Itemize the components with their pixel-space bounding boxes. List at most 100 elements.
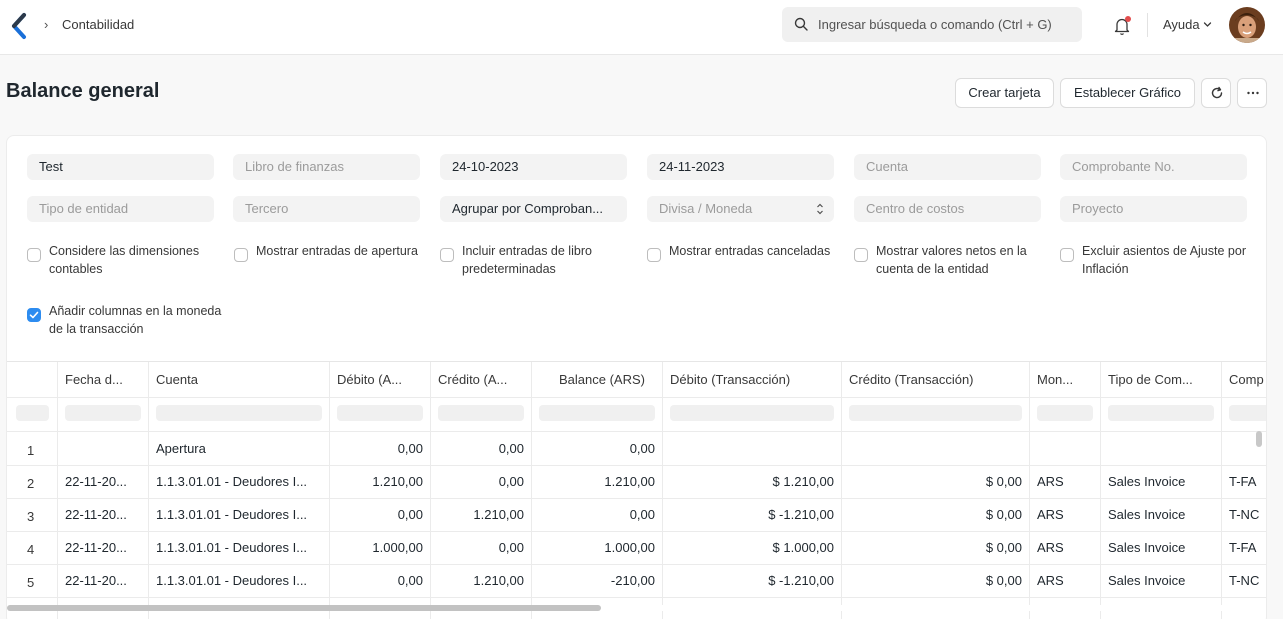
cell-credit-transaction[interactable]: $ 0,00 [849,531,1022,564]
currency-select[interactable]: Divisa / Moneda [647,196,834,222]
checkbox-box[interactable] [440,248,454,262]
cell-balance[interactable]: 0,00 [539,432,655,465]
search-bar[interactable] [782,7,1082,42]
cell-debit-transaction[interactable]: $ -1.210,00 [670,498,834,531]
cell-credit[interactable]: 0,00 [438,465,524,498]
filter-input-debit-transaction[interactable] [670,405,834,421]
help-menu[interactable]: Ayuda [1163,17,1200,32]
set-chart-button[interactable]: Establecer Gráfico [1060,78,1195,108]
filter-input-voucher[interactable] [1229,405,1266,421]
vertical-scrollbar[interactable] [1256,431,1262,447]
company-field[interactable]: Test [27,154,214,180]
cell-credit-transaction[interactable]: $ 0,00 [849,564,1022,597]
checkbox-checked-box[interactable] [27,308,41,322]
cost-center-field[interactable]: Centro de costos [854,196,1041,222]
cell-debit-transaction[interactable]: $ -1.210,00 [670,564,834,597]
search-input[interactable] [818,7,1076,42]
user-avatar[interactable] [1229,7,1265,43]
cell-voucher[interactable]: T-FA [1229,531,1266,564]
cell-voucher-type[interactable]: Sales Invoice [1108,564,1214,597]
cell-date[interactable] [65,432,145,465]
cell-account[interactable]: Apertura [156,432,324,465]
from-date-field[interactable]: 24-10-2023 [440,154,627,180]
breadcrumb-contabilidad[interactable]: Contabilidad [62,17,134,32]
checkbox-box[interactable] [647,248,661,262]
checkbox-box[interactable] [854,248,868,262]
cell-currency[interactable]: ARS [1037,531,1093,564]
cell-balance[interactable]: -210,00 [539,564,655,597]
column-header-credit-transaction[interactable]: Crédito (Transacción) [849,362,1029,397]
checkbox-box[interactable] [1060,248,1074,262]
cell-credit[interactable]: 0,00 [438,432,524,465]
cell-debit-transaction[interactable] [670,432,834,465]
column-header-currency[interactable]: Mon... [1037,362,1099,397]
cell-credit-transaction[interactable] [849,432,1022,465]
cell-currency[interactable]: ARS [1037,498,1093,531]
cell-voucher[interactable]: T-FA [1229,465,1266,498]
voucher-no-field[interactable]: Comprobante No. [1060,154,1247,180]
column-header-balance[interactable]: Balance (ARS) [539,362,659,397]
more-options-button[interactable] [1237,78,1267,108]
party-type-field[interactable]: Tipo de entidad [27,196,214,222]
cell-account[interactable]: 1.1.3.01.01 - Deudores I... [156,498,324,531]
cell-balance[interactable]: 0,00 [539,498,655,531]
cell-debit-transaction[interactable]: $ 1.000,00 [670,531,834,564]
horizontal-scrollbar[interactable] [7,605,601,611]
cell-currency[interactable] [1037,432,1093,465]
cell-credit[interactable]: 1.210,00 [438,564,524,597]
cell-debit[interactable]: 1.000,00 [337,531,423,564]
checkbox-box[interactable] [27,248,41,262]
filter-input-credit[interactable] [438,405,524,421]
cell-date[interactable]: 22-11-20... [65,564,145,597]
filter-input-account[interactable] [156,405,322,421]
cell-date[interactable]: 22-11-20... [65,498,145,531]
filter-input-date[interactable] [65,405,141,421]
column-header-credit[interactable]: Crédito (A... [438,362,528,397]
refresh-button[interactable] [1201,78,1231,108]
cell-currency[interactable]: ARS [1037,564,1093,597]
chevron-down-icon[interactable] [1203,20,1212,29]
cell-voucher-type[interactable]: Sales Invoice [1108,465,1214,498]
cell-account[interactable]: 1.1.3.01.01 - Deudores I... [156,564,324,597]
cell-currency[interactable]: ARS [1037,465,1093,498]
cell-debit-transaction[interactable]: $ 1.210,00 [670,465,834,498]
cell-voucher[interactable]: T-NC [1229,498,1266,531]
cell-date[interactable]: 22-11-20... [65,531,145,564]
column-header-voucher-type[interactable]: Tipo de Com... [1108,362,1220,397]
cell-credit-transaction[interactable]: $ 0,00 [849,498,1022,531]
cell-credit[interactable]: 1.210,00 [438,498,524,531]
cell-debit[interactable]: 0,00 [337,498,423,531]
cell-voucher-type[interactable]: Sales Invoice [1108,531,1214,564]
group-by-select[interactable]: Agrupar por Comproban... [440,196,627,222]
filter-input-rownum[interactable] [16,405,49,421]
filter-input-debit[interactable] [337,405,423,421]
create-card-button[interactable]: Crear tarjeta [955,78,1054,108]
cell-voucher[interactable]: T-NC [1229,564,1266,597]
filter-input-credit-transaction[interactable] [849,405,1022,421]
to-date-field[interactable]: 24-11-2023 [647,154,834,180]
filter-input-currency[interactable] [1037,405,1093,421]
cell-debit[interactable]: 1.210,00 [337,465,423,498]
cell-balance[interactable]: 1.210,00 [539,465,655,498]
filter-input-voucher-type[interactable] [1108,405,1214,421]
checkbox-box[interactable] [234,248,248,262]
app-logo-icon[interactable] [10,12,28,40]
cell-debit[interactable]: 0,00 [337,432,423,465]
party-field[interactable]: Tercero [233,196,420,222]
cell-balance[interactable]: 1.000,00 [539,531,655,564]
cell-voucher-type[interactable]: Sales Invoice [1108,498,1214,531]
cell-date[interactable]: 22-11-20... [65,465,145,498]
finance-book-field[interactable]: Libro de finanzas [233,154,420,180]
cell-debit[interactable]: 0,00 [337,564,423,597]
column-header-debit[interactable]: Débito (A... [337,362,427,397]
column-header-account[interactable]: Cuenta [156,362,326,397]
cell-credit-transaction[interactable]: $ 0,00 [849,465,1022,498]
cell-credit[interactable]: 0,00 [438,531,524,564]
account-field[interactable]: Cuenta [854,154,1041,180]
project-field[interactable]: Proyecto [1060,196,1247,222]
cell-voucher-type[interactable] [1108,432,1214,465]
cell-account[interactable]: 1.1.3.01.01 - Deudores I... [156,531,324,564]
column-header-voucher[interactable]: Comp [1229,362,1266,397]
cell-account[interactable]: 1.1.3.01.01 - Deudores I... [156,465,324,498]
column-header-debit-transaction[interactable]: Débito (Transacción) [670,362,840,397]
